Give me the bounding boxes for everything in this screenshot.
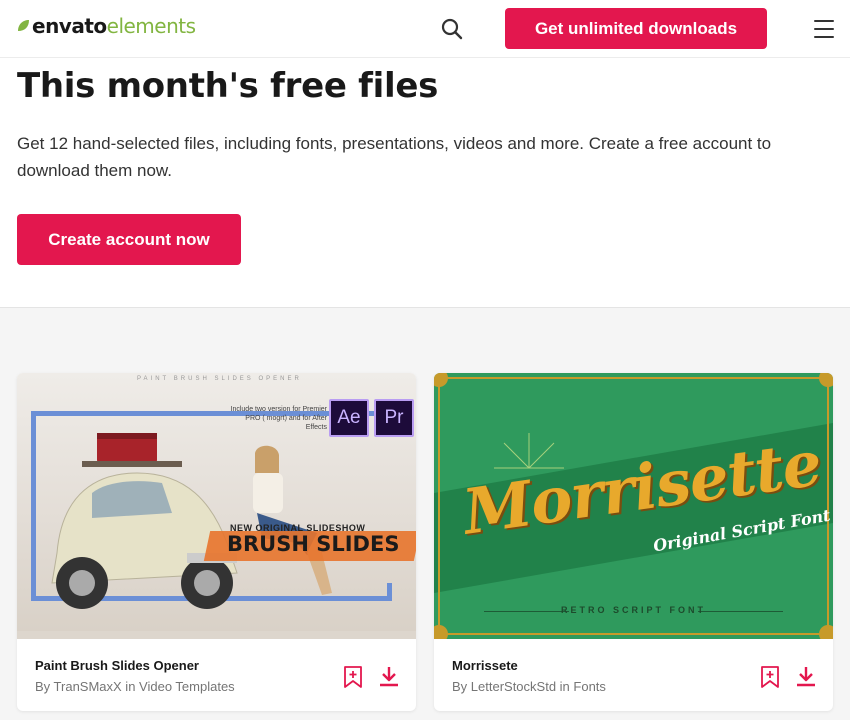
download-icon[interactable] [378,666,400,688]
card-thumbnail[interactable]: Morrisette Original Script Font RETRO SC… [434,373,833,639]
premiere-pro-badge: Pr [374,399,414,437]
card-title[interactable]: Morrissete [452,658,518,673]
card-info: Paint Brush Slides Opener By TranSMaxX i… [17,639,416,711]
get-unlimited-downloads-button[interactable]: Get unlimited downloads [505,8,767,49]
leaf-icon [18,20,29,31]
card-title[interactable]: Paint Brush Slides Opener [35,658,199,673]
bookmark-plus-icon[interactable] [760,665,780,689]
page-title: This month's free files [17,66,439,106]
hero-description: Get 12 hand-selected files, including fo… [17,134,772,180]
thumbnail-header-text: PAINT BRUSH SLIDES OPENER [137,376,302,382]
frame-corner [819,625,833,639]
top-header: envato elements Get unlimited downloads [0,0,850,58]
thumbnail-note: Include two version for Premier PRO ( mo… [230,406,327,431]
card-info: Morrissete By LetterStockStd in Fonts [434,639,833,711]
search-icon [441,18,463,40]
logo-text-main: envato [32,14,107,38]
hamburger-menu-icon[interactable] [810,16,838,42]
menu-line [814,20,834,22]
create-account-button[interactable]: Create account now [17,214,241,265]
bookmark-plus-icon[interactable] [343,665,363,689]
thumbnail-retro-text: RETRO SCRIPT FONT [561,605,706,615]
file-card[interactable]: PAINT BRUSH SLIDES OPENER Include two ve… [17,373,416,711]
thumbnail-footer-stripe [17,631,416,639]
menu-line [814,28,834,30]
decorative-frame-corner [372,583,392,601]
menu-line [814,36,834,38]
after-effects-badge: Ae [329,399,369,437]
thumbnail-big-text: BRUSH SLIDES [227,532,400,556]
free-files-grid: PAINT BRUSH SLIDES OPENER Include two ve… [0,307,850,720]
download-icon[interactable] [795,666,817,688]
file-card[interactable]: Morrisette Original Script Font RETRO SC… [434,373,833,711]
card-byline: By LetterStockStd in Fonts [452,679,606,694]
card-byline: By TranSMaxX in Video Templates [35,679,235,694]
search-button[interactable] [438,15,466,43]
card-thumbnail[interactable]: PAINT BRUSH SLIDES OPENER Include two ve… [17,373,416,639]
logo-text-accent: elements [106,14,196,38]
envato-elements-logo[interactable]: envato elements [16,14,196,38]
